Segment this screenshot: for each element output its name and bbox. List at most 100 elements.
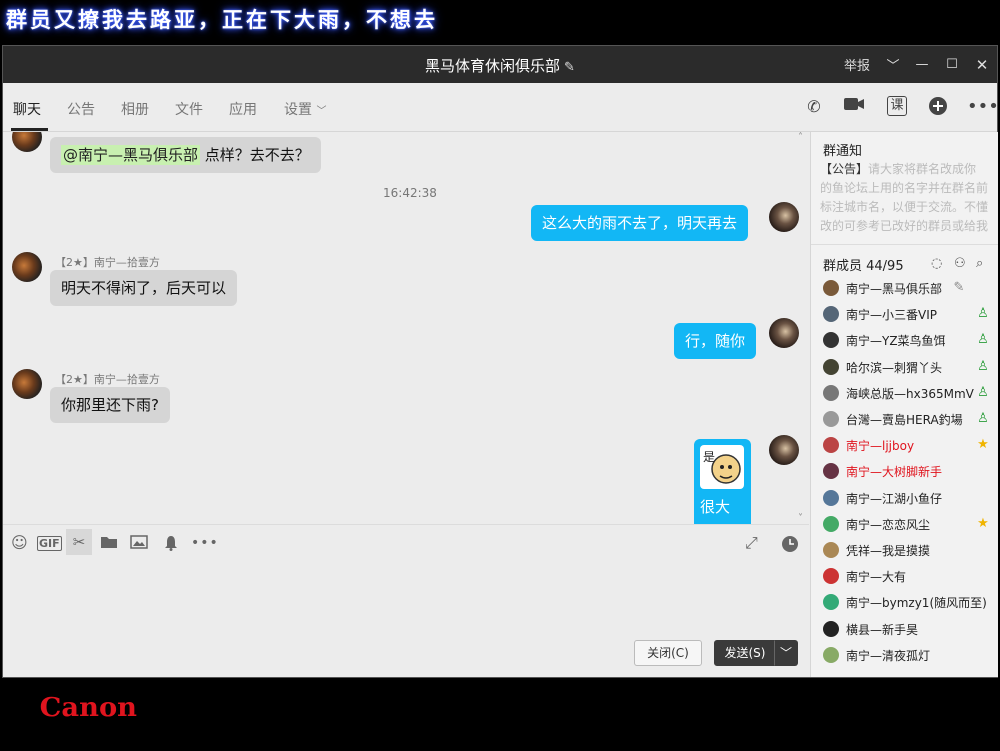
star-icon: ★ [977, 515, 989, 531]
avatar[interactable] [12, 132, 42, 152]
divider [811, 244, 998, 245]
member-name: 海峡总版—hx365MmV [846, 386, 974, 401]
folder-icon[interactable] [100, 535, 118, 552]
qq-group-chat-window: 黑马体育休闲俱乐部 ✎ 举报 ﹀ — ☐ ✕ 聊天 公告 相册 文件 应用 设置 … [2, 45, 999, 678]
avatar [823, 437, 839, 454]
tab-bar: 聊天 公告 相册 文件 应用 设置 ﹀ ✆ 课 ••• [3, 83, 999, 132]
minimize-icon[interactable]: — [907, 57, 937, 72]
chevron-down-icon[interactable]: ﹀ [879, 55, 907, 74]
more-icon[interactable]: ••• [967, 96, 999, 118]
avatar[interactable] [12, 369, 42, 399]
member-name: 凭祥—我是摸摸 [846, 544, 931, 558]
edit-icon[interactable]: ✎ [564, 60, 575, 75]
expand-icon[interactable]: ⤢ [745, 535, 758, 551]
maximize-icon[interactable]: ☐ [937, 57, 967, 72]
admin-icon: ♙ [977, 306, 989, 322]
mention[interactable]: @南宁—黑马俱乐部 [61, 145, 201, 165]
member-item[interactable]: 南宁—YZ菜鸟鱼饵 ♙ [823, 330, 993, 350]
window-controls: 举报 ﹀ — ☐ ✕ [839, 46, 997, 83]
sender-name: 【2★】南宁—拾壹方 [55, 256, 160, 269]
avatar [823, 594, 839, 611]
avatar[interactable] [769, 435, 799, 465]
tab-settings-label: 设置 [284, 102, 312, 118]
active-tab-indicator [11, 128, 48, 131]
history-icon[interactable] [781, 535, 799, 556]
message-bubble[interactable]: 明天不得闲了，后天可以 [50, 270, 238, 306]
image-icon[interactable] [130, 535, 148, 552]
collapse-icon[interactable]: ˄ [798, 132, 803, 143]
message-text: 很大 [700, 498, 731, 516]
member-item[interactable]: 南宁—恋恋风尘 ★ [823, 514, 993, 534]
canon-logo: Canon [39, 693, 138, 723]
group-sidebar: 群通知 【公告】请大家将群名改成你的鱼论坛上用的名字并在群名前标注城市名，以便于… [810, 132, 998, 677]
lesson-button[interactable]: 课 [887, 96, 907, 116]
sticker-image[interactable]: 是 [700, 445, 744, 489]
avatar [823, 646, 839, 663]
phone-icon[interactable]: ✆ [803, 96, 825, 118]
avatar [823, 280, 839, 296]
member-name: 哈尔滨—刺猬丫头 [846, 360, 943, 375]
avatar [823, 358, 839, 375]
group-name: 黑马体育休闲俱乐部 [425, 57, 561, 75]
member-item[interactable]: 南宁—bymzy1(随风而至) [823, 592, 993, 612]
video-icon[interactable] [843, 96, 865, 118]
member-name: 南宁—ljjboy [846, 439, 915, 454]
tab-announcement[interactable]: 公告 [67, 99, 95, 119]
smile-icon[interactable]: ☺ [11, 535, 28, 551]
star-icon: ★ [977, 437, 989, 453]
bell-icon[interactable] [163, 535, 179, 554]
tab-album[interactable]: 相册 [121, 99, 149, 119]
member-name: 南宁—大树脚新手 [846, 465, 943, 480]
caption-text: 群员又撩我去路亚，正在下大雨，不想去 [6, 7, 438, 32]
close-button[interactable]: 关闭(C) [634, 640, 702, 666]
scissors-icon[interactable]: ✂ [66, 529, 92, 555]
member-name: 南宁—清夜孤灯 [846, 648, 931, 663]
tab-apps[interactable]: 应用 [229, 99, 257, 119]
member-item[interactable]: 南宁—ljjboy ★ [823, 435, 993, 455]
chat-bubble-icon[interactable]: ◌ [931, 256, 942, 271]
admin-icon: ♙ [977, 384, 989, 400]
title-bar: 黑马体育休闲俱乐部 ✎ 举报 ﹀ — ☐ ✕ [3, 46, 997, 83]
message-bubble[interactable]: 行，随你 [674, 323, 757, 359]
notice-content[interactable]: 【公告】请大家将群名改成你的鱼论坛上用的名字并在群名前标注城市名，以便于交流。不… [820, 160, 988, 236]
input-toolbar: ☺ GIF ✂ ••• ⤢ [3, 524, 809, 561]
member-item[interactable]: 横县—新手昊 [823, 619, 993, 639]
member-item[interactable]: 哈尔滨—刺猬丫头 ♙ [823, 357, 993, 377]
report-button[interactable]: 举报 [839, 55, 875, 74]
more-icon[interactable]: ••• [191, 535, 219, 551]
tab-chat[interactable]: 聊天 [13, 99, 41, 119]
tab-settings[interactable]: 设置 ﹀ [284, 99, 326, 119]
member-item[interactable]: 南宁—黑马俱乐部 ✎ [823, 278, 993, 298]
avatar [823, 568, 839, 585]
scroll-down-icon[interactable]: ˅ [798, 513, 803, 524]
plus-circle-icon[interactable] [927, 96, 949, 118]
member-name: 南宁—bymzy1(随风而至) [846, 596, 987, 611]
close-icon[interactable]: ✕ [967, 56, 997, 74]
message-time: 16:42:38 [383, 186, 437, 200]
member-item[interactable]: 南宁—大树脚新手 [823, 461, 993, 481]
avatar[interactable] [769, 202, 799, 232]
send-button[interactable]: 发送(S) [714, 640, 776, 666]
member-name: 南宁—YZ菜鸟鱼饵 [846, 334, 946, 349]
add-member-icon[interactable]: ⚇ [954, 256, 966, 271]
gif-icon[interactable]: GIF [37, 536, 62, 551]
message-bubble[interactable]: 你那里还下雨? [50, 387, 170, 423]
member-item[interactable]: 南宁—大有 [823, 566, 993, 586]
search-icon[interactable]: ⌕ [976, 256, 983, 271]
member-item[interactable]: 南宁—江湖小鱼仔 [823, 488, 993, 508]
sticker-text: 是 [703, 450, 716, 464]
message-bubble[interactable]: 是 很大 [694, 439, 751, 524]
member-item[interactable]: 海峡总版—hx365MmV ♙ [823, 383, 993, 403]
avatar[interactable] [769, 318, 799, 348]
member-name: 南宁—江湖小鱼仔 [846, 491, 943, 506]
send-options-chevron-icon[interactable]: ﹀ [774, 640, 798, 666]
member-item[interactable]: 南宁—小三番VIP ♙ [823, 304, 993, 324]
message-list[interactable]: @南宁—黑马俱乐部 点样？去不去？ ˄ 16:42:38 这么大的雨不去了，明天… [3, 132, 809, 524]
message-bubble[interactable]: 这么大的雨不去了，明天再去 [531, 205, 749, 241]
member-item[interactable]: 台灣—賣島HERA釣場 ♙ [823, 409, 993, 429]
avatar[interactable] [12, 252, 42, 282]
message-bubble[interactable]: @南宁—黑马俱乐部 点样？去不去？ [50, 137, 321, 173]
member-item[interactable]: 南宁—清夜孤灯 [823, 645, 993, 665]
tab-files[interactable]: 文件 [175, 99, 203, 119]
member-item[interactable]: 凭祥—我是摸摸 [823, 540, 993, 560]
